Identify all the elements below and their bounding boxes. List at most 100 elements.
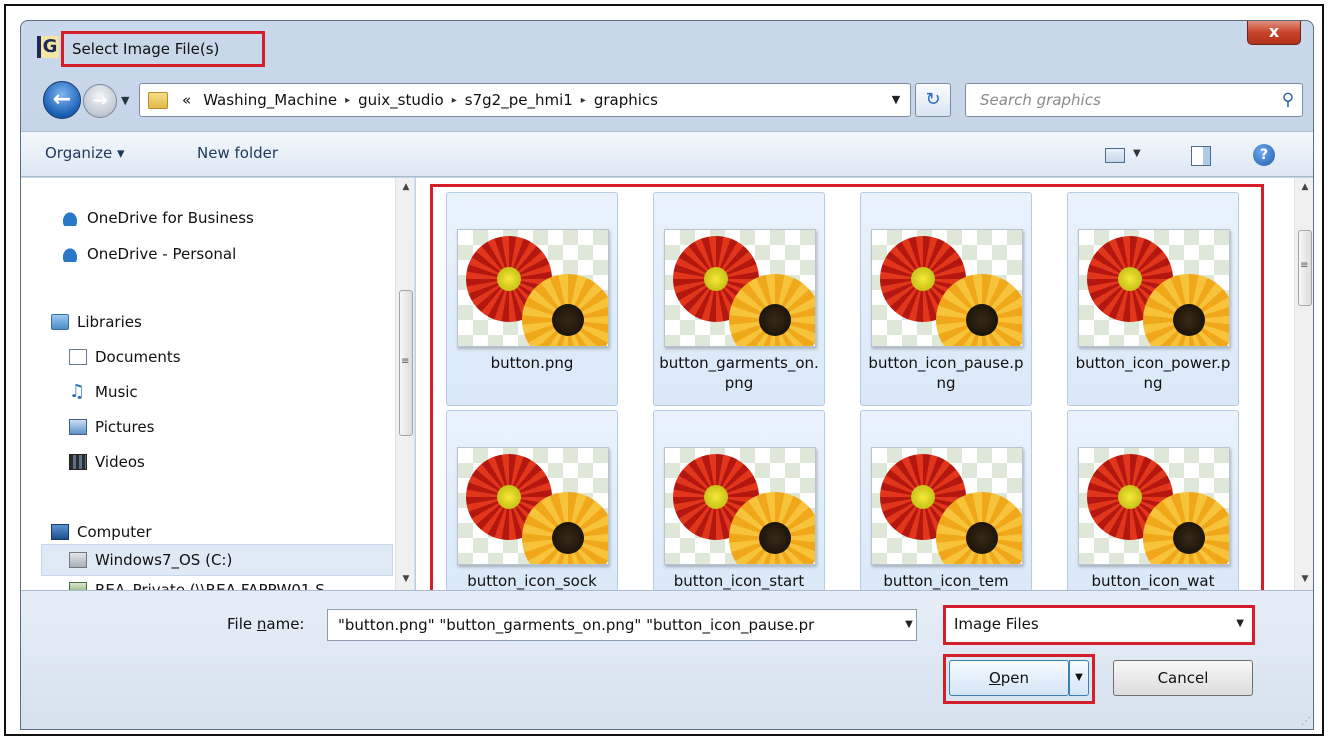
breadcrumb-separator-icon[interactable]: ▸ bbox=[345, 95, 350, 106]
navigation-pane: OneDrive for Business OneDrive - Persona… bbox=[21, 178, 415, 590]
breadcrumb-separator-icon[interactable]: ▸ bbox=[452, 95, 457, 106]
search-input[interactable]: Search graphics bbox=[965, 83, 1303, 117]
breadcrumb-separator-icon[interactable]: ▸ bbox=[581, 95, 586, 106]
nav-item-label: Videos bbox=[95, 453, 145, 471]
scroll-up-icon[interactable]: ▲ bbox=[396, 182, 414, 192]
file-tile[interactable]: button_garments_on.png bbox=[653, 192, 825, 406]
nav-pane-scrollbar[interactable]: ▲ ≡ ▼ bbox=[395, 178, 414, 590]
cancel-button[interactable]: Cancel bbox=[1113, 660, 1253, 696]
open-options-dropdown-icon[interactable]: ▼ bbox=[1069, 660, 1089, 696]
image-thumbnail bbox=[1078, 229, 1230, 347]
file-name: button_icon_tem bbox=[883, 572, 1009, 590]
file-name-panel: File name: "button.png" "button_garments… bbox=[21, 590, 1313, 729]
forward-button[interactable]: → bbox=[83, 84, 117, 118]
drive-icon bbox=[69, 552, 87, 568]
file-tile[interactable]: button_icon_power.png bbox=[1067, 192, 1239, 406]
file-tile[interactable]: button_icon_sock bbox=[446, 410, 618, 594]
scroll-up-icon[interactable]: ▲ bbox=[1295, 182, 1313, 192]
open-file-dialog: G Select Image File(s) x ← → ▼ « Washing… bbox=[20, 20, 1314, 730]
nav-item-onedrive-business[interactable]: OneDrive for Business bbox=[61, 204, 254, 232]
nav-item-label: Documents bbox=[95, 348, 181, 366]
breadcrumb-item[interactable]: guix_studio bbox=[358, 91, 444, 109]
onedrive-icon bbox=[61, 210, 79, 226]
file-tile[interactable]: button_icon_pause.png bbox=[860, 192, 1032, 406]
image-thumbnail bbox=[457, 229, 609, 347]
file-tile[interactable]: button_icon_start bbox=[653, 410, 825, 594]
onedrive-icon bbox=[61, 246, 79, 262]
file-name-input[interactable]: "button.png" "button_garments_on.png" "b… bbox=[327, 609, 917, 641]
image-thumbnail bbox=[664, 229, 816, 347]
view-options-dropdown-icon[interactable]: ▼ bbox=[1133, 148, 1141, 159]
nav-item-label: Pictures bbox=[95, 418, 155, 436]
breadcrumb-item[interactable]: Washing_Machine bbox=[203, 91, 337, 109]
nav-item-network-share[interactable]: REA_Private (\\REA-FAPPW01.S bbox=[69, 576, 325, 590]
scroll-down-icon[interactable]: ▼ bbox=[396, 574, 414, 584]
scroll-down-icon[interactable]: ▼ bbox=[1295, 574, 1313, 584]
nav-item-computer[interactable]: Computer bbox=[51, 518, 152, 546]
file-list: button.png button_garments_on.png button… bbox=[416, 178, 1313, 594]
close-button[interactable]: x bbox=[1247, 21, 1301, 45]
file-list-scrollbar[interactable]: ▲ ≡ ▼ bbox=[1294, 178, 1313, 590]
command-toolbar: Organize ▾ New folder ▼ ? bbox=[21, 131, 1313, 177]
nav-item-label: OneDrive - Personal bbox=[87, 245, 237, 263]
scrollbar-grip-icon: ≡ bbox=[1300, 260, 1309, 271]
back-button[interactable]: ← bbox=[43, 81, 81, 119]
image-thumbnail bbox=[1078, 447, 1230, 565]
nav-item-label: OneDrive for Business bbox=[87, 209, 254, 227]
nav-item-label: REA_Private (\\REA-FAPPW01.S bbox=[95, 581, 325, 590]
nav-item-label: Windows7_OS (C:) bbox=[95, 551, 233, 569]
libraries-icon bbox=[51, 314, 69, 330]
file-name: button_icon_sock bbox=[467, 572, 597, 590]
nav-item-onedrive-personal[interactable]: OneDrive - Personal bbox=[61, 240, 236, 268]
nav-item-label: Music bbox=[95, 383, 138, 401]
organize-button[interactable]: Organize ▾ bbox=[45, 144, 125, 162]
nav-item-documents[interactable]: Documents bbox=[69, 343, 181, 371]
breadcrumb-overflow[interactable]: « bbox=[182, 91, 191, 109]
nav-item-label: Libraries bbox=[77, 313, 142, 331]
open-button[interactable]: Open bbox=[949, 660, 1069, 696]
image-thumbnail bbox=[871, 229, 1023, 347]
new-folder-button[interactable]: New folder bbox=[197, 144, 278, 162]
chevron-down-icon: ▼ bbox=[1236, 618, 1244, 629]
preview-pane-icon[interactable] bbox=[1191, 146, 1211, 166]
file-name: button_icon_start bbox=[673, 572, 805, 590]
scrollbar-grip-icon: ≡ bbox=[401, 356, 410, 367]
file-name: button.png bbox=[490, 354, 574, 372]
image-thumbnail bbox=[871, 447, 1023, 565]
app-icon: G bbox=[37, 36, 59, 58]
nav-item-music[interactable]: ♫ Music bbox=[69, 378, 138, 406]
file-name-label: File name: bbox=[227, 615, 305, 633]
help-icon[interactable]: ? bbox=[1253, 144, 1275, 166]
file-tile[interactable]: button.png bbox=[446, 192, 618, 406]
file-name-dropdown-icon[interactable]: ▼ bbox=[901, 609, 917, 641]
breadcrumb-item[interactable]: graphics bbox=[594, 91, 658, 109]
address-dropdown-icon[interactable]: ▼ bbox=[885, 83, 907, 117]
nav-item-libraries[interactable]: Libraries bbox=[51, 308, 142, 336]
title-bar: G Select Image File(s) x bbox=[21, 21, 1313, 73]
recent-locations-dropdown[interactable]: ▼ bbox=[121, 87, 135, 115]
nav-item-pictures[interactable]: Pictures bbox=[69, 413, 154, 441]
nav-item-label: Computer bbox=[77, 523, 152, 541]
pictures-icon bbox=[69, 419, 87, 435]
file-type-value: Image Files bbox=[954, 615, 1039, 633]
file-tile[interactable]: button_icon_tem bbox=[860, 410, 1032, 594]
file-name: button_garments_on.png bbox=[659, 354, 819, 392]
resize-grip-icon[interactable]: ⋰ bbox=[1301, 716, 1311, 727]
folder-icon bbox=[148, 91, 168, 109]
music-icon: ♫ bbox=[69, 381, 86, 402]
nav-item-windows7-os-drive[interactable]: Windows7_OS (C:) bbox=[69, 546, 232, 574]
address-bar[interactable]: « Washing_Machine ▸ guix_studio ▸ s7g2_p… bbox=[139, 83, 911, 117]
computer-icon bbox=[51, 524, 69, 540]
file-name: button_icon_power.png bbox=[1075, 354, 1231, 392]
nav-item-videos[interactable]: Videos bbox=[69, 448, 145, 476]
videos-icon bbox=[69, 454, 87, 470]
documents-icon bbox=[69, 349, 87, 365]
file-type-select[interactable]: Image Files ▼ bbox=[943, 605, 1255, 645]
network-drive-icon bbox=[69, 582, 87, 590]
breadcrumb-item[interactable]: s7g2_pe_hmi1 bbox=[465, 91, 573, 109]
image-thumbnail bbox=[664, 447, 816, 565]
refresh-button[interactable]: ↻ bbox=[915, 83, 951, 117]
file-tile[interactable]: button_icon_wat bbox=[1067, 410, 1239, 594]
change-view-icon[interactable] bbox=[1105, 148, 1125, 163]
search-icon[interactable]: ⚲ bbox=[1277, 89, 1299, 111]
